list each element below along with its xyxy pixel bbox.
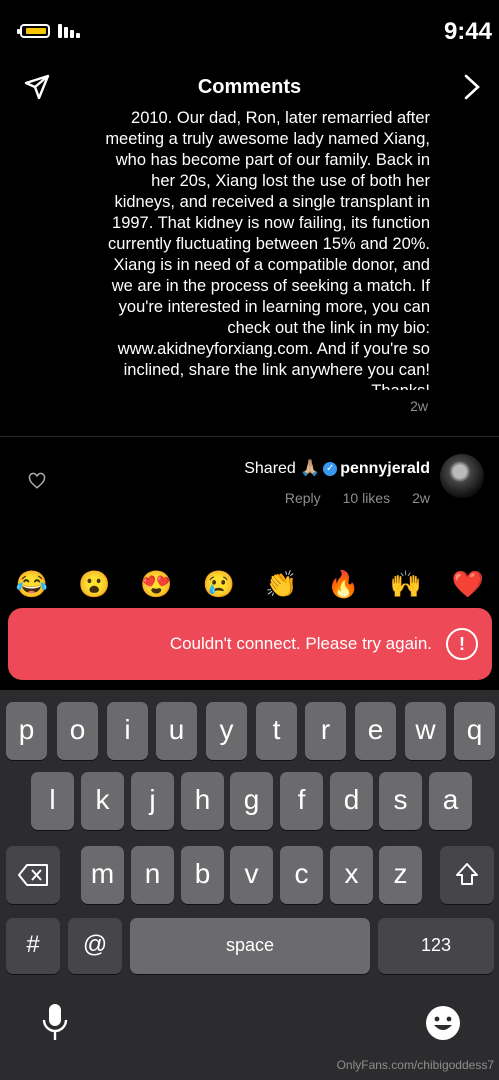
reply-username[interactable]: pennyjerald (340, 460, 430, 477)
key-z[interactable]: z (379, 846, 422, 904)
reply-meta: Reply 10 likes 2w (240, 490, 430, 506)
emoji-raised-hands-button[interactable]: 🙌 (388, 566, 424, 602)
avatar[interactable] (440, 454, 484, 498)
key-e[interactable]: e (355, 702, 396, 760)
reply-time: 2w (412, 490, 430, 506)
emoji-clap-button[interactable]: 👏 (263, 566, 299, 602)
key-n[interactable]: n (131, 846, 174, 904)
backspace-icon (18, 864, 48, 886)
verified-badge-icon: ✓ (323, 461, 338, 476)
battery-icon (17, 24, 50, 38)
key-m[interactable]: m (81, 846, 124, 904)
emoji-laugh-button[interactable]: 😂 (14, 566, 50, 602)
emoji-heart-eyes-button[interactable]: 😍 (139, 566, 175, 602)
reply-button[interactable]: Reply (285, 490, 321, 506)
microphone-icon[interactable] (40, 1002, 70, 1044)
key-b[interactable]: b (181, 846, 224, 904)
key-c[interactable]: c (280, 846, 323, 904)
emoji-crying-button[interactable]: 😢 (201, 566, 237, 602)
error-message: Couldn't connect. Please try again. (169, 634, 432, 653)
shift-key[interactable] (440, 846, 494, 904)
key-v[interactable]: v (230, 846, 273, 904)
key-j[interactable]: j (131, 772, 174, 830)
key-p[interactable]: p (6, 702, 47, 760)
divider (0, 436, 499, 437)
keyboard: q w e r t y u i o p a s d f g h j k l z … (0, 690, 499, 1080)
key-t[interactable]: t (256, 702, 297, 760)
reply-text: Shared 🙏🏼 (244, 460, 321, 477)
signal-icon (58, 24, 84, 38)
space-key[interactable]: space (130, 918, 370, 974)
at-key[interactable]: @ (68, 918, 122, 974)
key-h[interactable]: h (181, 772, 224, 830)
key-w[interactable]: w (405, 702, 446, 760)
key-q[interactable]: q (454, 702, 495, 760)
key-g[interactable]: g (230, 772, 273, 830)
alert-icon: ! (446, 628, 478, 660)
emoji-fire-button[interactable]: 🔥 (325, 566, 361, 602)
key-s[interactable]: s (379, 772, 422, 830)
comment-time: 2w (410, 398, 428, 414)
backspace-key[interactable] (6, 846, 60, 904)
likes-count[interactable]: 10 likes (343, 490, 390, 506)
key-y[interactable]: y (206, 702, 247, 760)
numbers-key[interactable]: 123 (378, 918, 494, 974)
direct-send-icon[interactable] (22, 72, 52, 102)
key-r[interactable]: r (305, 702, 346, 760)
key-a[interactable]: a (429, 772, 472, 830)
key-u[interactable]: u (156, 702, 197, 760)
status-time: 9:44 (443, 18, 492, 45)
error-banner[interactable]: Couldn't connect. Please try again. ! (8, 608, 492, 680)
reply-comment: Shared 🙏🏼 ✓ pennyjerald (150, 458, 430, 478)
key-f[interactable]: f (280, 772, 323, 830)
key-l[interactable]: l (31, 772, 74, 830)
key-k[interactable]: k (81, 772, 124, 830)
emoji-surprised-button[interactable]: 😮 (76, 566, 112, 602)
emoji-keyboard-icon[interactable] (424, 1004, 462, 1042)
key-d[interactable]: d (330, 772, 373, 830)
hash-key[interactable]: # (6, 918, 60, 974)
key-o[interactable]: o (57, 702, 98, 760)
key-i[interactable]: i (107, 702, 148, 760)
emoji-heart-button[interactable]: ❤️ (450, 566, 486, 602)
watermark-text: OnlyFans.com/chibigoddess7 (336, 1058, 494, 1072)
shift-icon (456, 863, 478, 885)
back-chevron-icon[interactable] (460, 72, 484, 102)
key-x[interactable]: x (330, 846, 373, 904)
like-heart-icon[interactable] (28, 472, 46, 490)
emoji-reaction-row: 😂 😮 😍 😢 👏 🔥 🙌 ❤️ (14, 566, 486, 602)
comment-text: 2010. Our dad, Ron, later remarried afte… (105, 109, 430, 390)
page-title: Comments (197, 76, 302, 98)
